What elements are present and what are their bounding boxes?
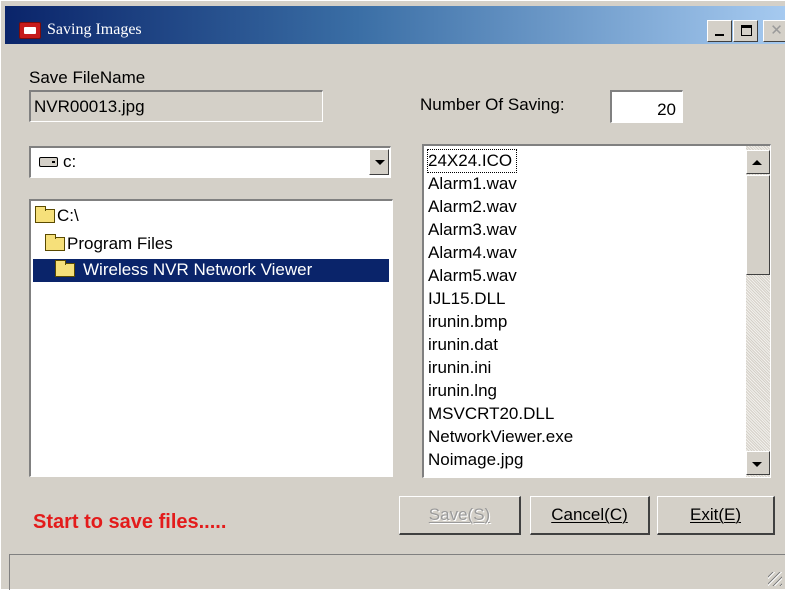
file-item[interactable]: Noimage.jpg (428, 449, 523, 471)
open-folder-icon (35, 206, 55, 223)
file-item[interactable]: MSVCRT20.DLL (428, 403, 554, 425)
number-of-saving-field[interactable]: 20 (610, 90, 683, 123)
tree-item-label: Wireless NVR Network Viewer (83, 260, 313, 279)
cancel-button[interactable]: Cancel(C) (530, 496, 650, 535)
minimize-icon (715, 34, 724, 36)
file-item[interactable]: irunin.dat (428, 334, 498, 356)
number-of-saving-value: 20 (657, 100, 676, 119)
file-item[interactable]: Alarm5.wav (428, 265, 517, 287)
file-item[interactable]: Alarm4.wav (428, 242, 517, 264)
tree-item-label: Program Files (67, 234, 173, 253)
title-bar[interactable]: Saving Images ✕ (5, 6, 785, 44)
drive-select[interactable]: c: (29, 146, 391, 178)
number-of-saving-label: Number Of Saving: (420, 95, 565, 114)
open-folder-icon (45, 234, 65, 251)
close-button[interactable]: ✕ (763, 20, 785, 42)
app-icon (19, 22, 41, 39)
minimize-button[interactable] (707, 20, 732, 42)
scroll-up-button[interactable] (746, 150, 770, 174)
file-item[interactable]: irunin.lng (428, 380, 497, 402)
scroll-down-button[interactable] (746, 451, 770, 475)
file-item[interactable]: NetworkViewer.exe (428, 426, 573, 448)
tree-item-wireless-nvr[interactable]: Wireless NVR Network Viewer (33, 259, 389, 282)
chevron-down-icon (375, 160, 385, 165)
tree-item-label: C:\ (57, 206, 79, 225)
file-list[interactable]: 24X24.ICO Alarm1.wav Alarm2.wav Alarm3.w… (422, 144, 771, 478)
chevron-down-icon (752, 462, 762, 467)
exit-button[interactable]: Exit(E) (657, 496, 775, 535)
window-title: Saving Images (47, 21, 142, 38)
scroll-thumb[interactable] (746, 175, 770, 275)
save-filename-label: Save FileName (29, 68, 146, 87)
file-item[interactable]: irunin.bmp (428, 311, 507, 333)
resize-grip-icon[interactable] (768, 572, 782, 586)
chevron-up-icon (752, 160, 762, 165)
open-folder-icon (55, 260, 75, 277)
drive-icon (39, 157, 58, 167)
file-item[interactable]: 24X24.ICO (426, 149, 518, 173)
file-item[interactable]: irunin.ini (428, 357, 491, 379)
save-button[interactable]: Save(S) (399, 496, 521, 535)
folder-tree[interactable]: C:\ Program Files Wireless NVR Network V… (29, 199, 393, 477)
file-item[interactable]: Alarm3.wav (428, 219, 517, 241)
saving-images-window: Saving Images ✕ Save FileName NVR00013.j… (0, 0, 785, 590)
save-filename-field[interactable]: NVR00013.jpg (29, 90, 323, 122)
file-item[interactable]: Alarm2.wav (428, 196, 517, 218)
status-bar (9, 554, 785, 590)
drive-select-value: c: (63, 152, 77, 171)
file-list-scrollbar[interactable] (746, 146, 770, 477)
status-message: Start to save files..... (33, 511, 227, 533)
maximize-button[interactable] (733, 20, 758, 42)
save-filename-value: NVR00013.jpg (34, 97, 145, 116)
close-icon: ✕ (770, 21, 783, 39)
file-item[interactable]: Alarm1.wav (428, 173, 517, 195)
drive-dropdown-button[interactable] (369, 149, 389, 175)
file-item[interactable]: IJL15.DLL (428, 288, 506, 310)
maximize-icon (741, 25, 752, 36)
